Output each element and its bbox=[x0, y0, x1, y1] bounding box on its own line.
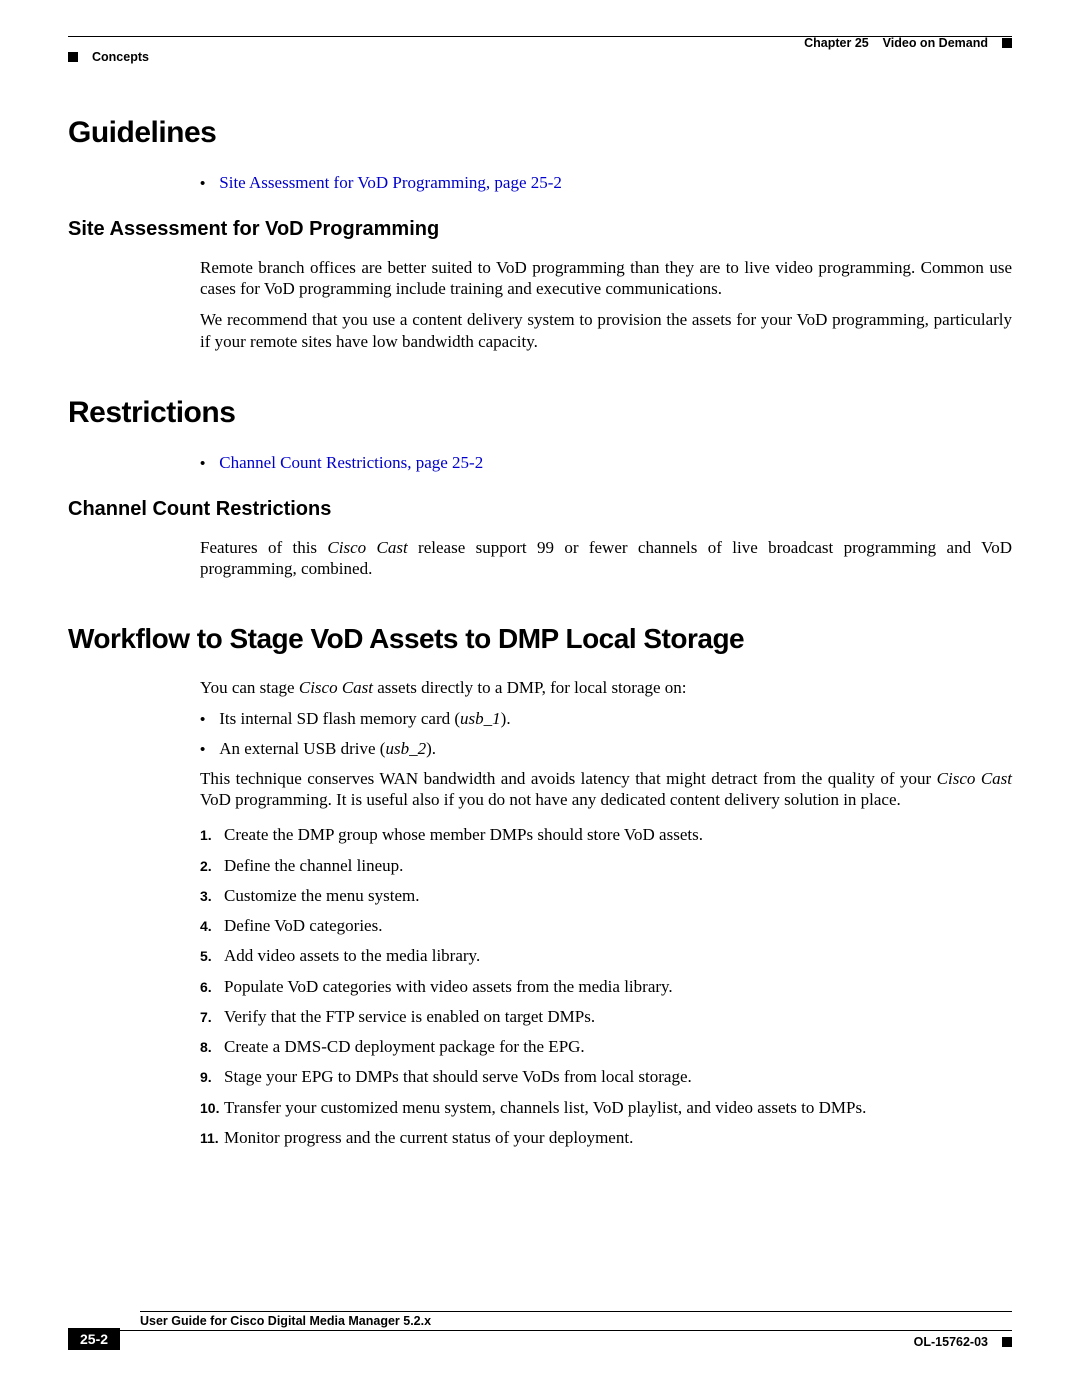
decorative-square bbox=[1002, 1337, 1012, 1347]
paragraph: Remote branch offices are better suited … bbox=[200, 257, 1012, 300]
bullet-icon: • bbox=[200, 741, 205, 760]
header-chapter-title: Video on Demand bbox=[883, 36, 988, 50]
heading-workflow: Workflow to Stage VoD Assets to DMP Loca… bbox=[68, 623, 1012, 655]
step-item: 11.Monitor progress and the current stat… bbox=[200, 1127, 1012, 1148]
header-chapter: Chapter 25 bbox=[804, 36, 869, 50]
step-item: 10.Transfer your customized menu system,… bbox=[200, 1097, 1012, 1118]
step-item: 5.Add video assets to the media library. bbox=[200, 945, 1012, 966]
paragraph: This technique conserves WAN bandwidth a… bbox=[200, 768, 1012, 811]
bullet-icon: • bbox=[200, 455, 205, 474]
workflow-steps: 1.Create the DMP group whose member DMPs… bbox=[200, 824, 1012, 1148]
bullet-item: •An external USB drive (usb_2). bbox=[200, 738, 1012, 760]
step-item: 8.Create a DMS-CD deployment package for… bbox=[200, 1036, 1012, 1057]
bullet-item: • Site Assessment for VoD Programming, pa… bbox=[200, 172, 1012, 194]
decorative-square bbox=[1002, 38, 1012, 48]
link-site-assessment[interactable]: Site Assessment for VoD Programming, pag… bbox=[219, 172, 562, 193]
paragraph: You can stage Cisco Cast assets directly… bbox=[200, 677, 1012, 698]
paragraph: Features of this Cisco Cast release supp… bbox=[200, 537, 1012, 580]
link-channel-count[interactable]: Channel Count Restrictions, page 25-2 bbox=[219, 452, 483, 473]
header-section: Concepts bbox=[92, 50, 149, 64]
page-footer: User Guide for Cisco Digital Media Manag… bbox=[68, 1311, 1012, 1355]
subheading-site-assessment: Site Assessment for VoD Programming bbox=[68, 218, 1012, 241]
step-item: 7.Verify that the FTP service is enabled… bbox=[200, 1006, 1012, 1027]
step-item: 1.Create the DMP group whose member DMPs… bbox=[200, 824, 1012, 845]
page-header: Chapter 25 Video on Demand Concepts bbox=[68, 36, 1012, 62]
step-item: 2.Define the channel lineup. bbox=[200, 855, 1012, 876]
paragraph: We recommend that you use a content deli… bbox=[200, 309, 1012, 352]
heading-restrictions: Restrictions bbox=[68, 396, 1012, 430]
bullet-icon: • bbox=[200, 175, 205, 194]
page-number: 25-2 bbox=[68, 1328, 120, 1350]
step-item: 9.Stage your EPG to DMPs that should ser… bbox=[200, 1066, 1012, 1087]
bullet-item: •Its internal SD flash memory card (usb_… bbox=[200, 708, 1012, 730]
step-item: 6.Populate VoD categories with video ass… bbox=[200, 976, 1012, 997]
header-rule bbox=[68, 36, 1012, 37]
bullet-icon: • bbox=[200, 711, 205, 730]
doc-reference: OL-15762-03 bbox=[914, 1335, 988, 1349]
footer-rule bbox=[140, 1311, 1012, 1312]
heading-guidelines: Guidelines bbox=[68, 116, 1012, 150]
step-item: 3.Customize the menu system. bbox=[200, 885, 1012, 906]
footer-guide-title: User Guide for Cisco Digital Media Manag… bbox=[140, 1314, 1012, 1328]
step-item: 4.Define VoD categories. bbox=[200, 915, 1012, 936]
bullet-item: • Channel Count Restrictions, page 25-2 bbox=[200, 452, 1012, 474]
subheading-channel-count: Channel Count Restrictions bbox=[68, 498, 1012, 521]
decorative-square bbox=[68, 52, 78, 62]
